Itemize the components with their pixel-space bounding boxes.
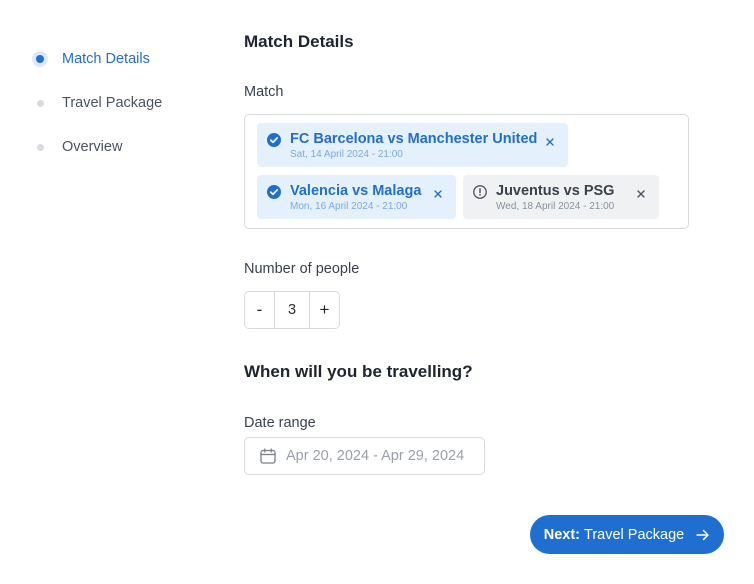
close-icon[interactable] xyxy=(543,135,557,149)
match-chip[interactable]: Valencia vs Malaga Mon, 16 April 2024 - … xyxy=(257,175,456,219)
match-title: FC Barcelona vs Manchester United xyxy=(290,131,538,147)
date-range-input[interactable]: Apr 20, 2024 - Apr 29, 2024 xyxy=(244,437,485,475)
step-label: Travel Package xyxy=(62,95,163,111)
date-range-label: Date range xyxy=(244,415,316,431)
check-circle-icon xyxy=(267,133,281,147)
travel-heading: When will you be travelling? xyxy=(244,362,473,381)
match-chip[interactable]: FC Barcelona vs Manchester United Sat, 1… xyxy=(257,123,568,167)
match-multiselect[interactable]: FC Barcelona vs Manchester United Sat, 1… xyxy=(244,114,689,229)
step-label: Match Details xyxy=(62,51,150,67)
next-button[interactable]: Next: Travel Package xyxy=(530,515,724,554)
check-circle-icon xyxy=(267,185,281,199)
step-overview[interactable]: Overview xyxy=(32,139,122,155)
step-travel-package[interactable]: Travel Package xyxy=(32,95,162,111)
step-dot-icon xyxy=(32,139,48,155)
match-chip[interactable]: Juventus vs PSG Wed, 18 April 2024 - 21:… xyxy=(463,175,659,219)
match-title: Valencia vs Malaga xyxy=(290,183,422,199)
next-button-prefix: Next: xyxy=(543,526,581,543)
calendar-icon xyxy=(259,447,277,465)
step-dot-icon xyxy=(32,95,48,111)
close-icon[interactable] xyxy=(634,187,648,201)
match-date: Sat, 14 April 2024 - 21:00 xyxy=(290,149,403,160)
match-label: Match xyxy=(244,84,284,100)
step-active-dot-icon xyxy=(32,51,48,67)
match-date: Wed, 18 April 2024 - 21:00 xyxy=(496,201,615,212)
increment-button[interactable]: + xyxy=(310,292,339,328)
step-label: Overview xyxy=(62,139,123,155)
close-icon[interactable] xyxy=(431,187,445,201)
step-match-details[interactable]: Match Details xyxy=(32,51,150,67)
people-label: Number of people xyxy=(244,261,360,277)
page-title: Match Details xyxy=(244,32,354,51)
info-circle-icon xyxy=(473,185,487,199)
match-date: Mon, 16 April 2024 - 21:00 xyxy=(290,201,408,212)
match-title: Juventus vs PSG xyxy=(496,183,615,199)
people-stepper: - 3 + xyxy=(244,291,340,329)
date-range-placeholder: Apr 20, 2024 - Apr 29, 2024 xyxy=(286,448,465,464)
arrow-right-icon xyxy=(696,529,710,541)
decrement-button[interactable]: - xyxy=(245,292,274,328)
next-button-label: Travel Package xyxy=(584,526,685,543)
booking-wizard: Match Details Travel Package Overview Ma… xyxy=(0,0,754,584)
people-count[interactable]: 3 xyxy=(274,292,310,328)
